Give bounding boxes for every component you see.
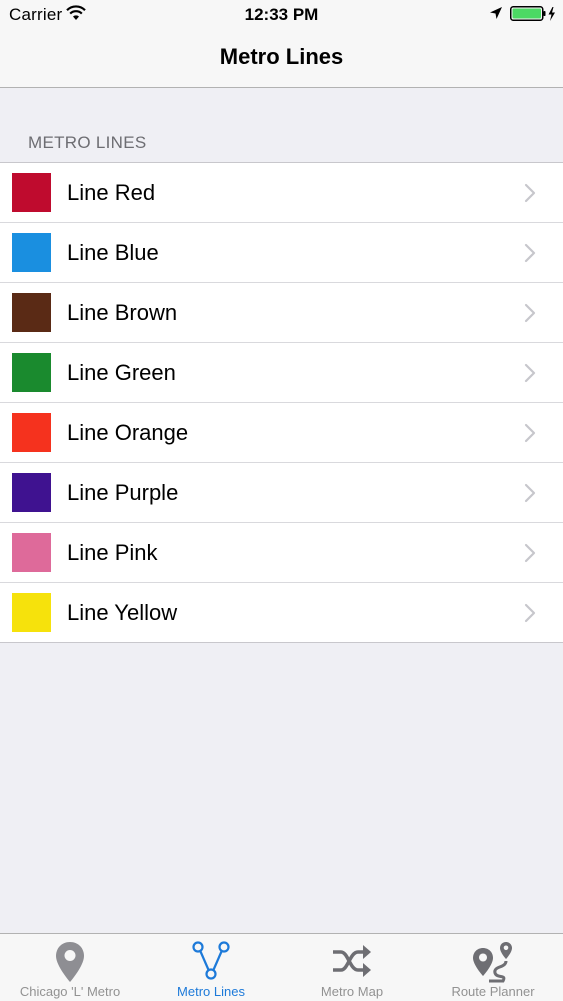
line-color-swatch [12, 173, 51, 212]
list-item-line-pink[interactable]: Line Pink [0, 523, 563, 583]
chevron-right-icon [524, 543, 536, 563]
location-arrow-icon [490, 7, 502, 19]
tab-route-planner[interactable]: Route Planner [423, 934, 563, 1001]
tab-metro-lines[interactable]: Metro Lines [141, 934, 281, 1001]
list-item-line-yellow[interactable]: Line Yellow [0, 583, 563, 642]
status-bar: Carrier 12:33 PM [0, 0, 563, 30]
list-item-line-orange[interactable]: Line Orange [0, 403, 563, 463]
tab-label: Metro Map [320, 984, 384, 999]
list-item-line-green[interactable]: Line Green [0, 343, 563, 403]
line-label: Line Yellow [67, 600, 178, 625]
shuffle-icon [333, 945, 371, 977]
list-item-line-blue[interactable]: Line Blue [0, 223, 563, 283]
line-label: Line Pink [67, 540, 158, 565]
chevron-right-icon [524, 303, 536, 323]
line-label: Line Orange [67, 420, 189, 445]
line-label: Line Red [67, 180, 156, 205]
line-color-swatch [12, 593, 51, 632]
list-item-line-red[interactable]: Line Red [0, 163, 563, 223]
chevron-right-icon [524, 183, 536, 203]
list-item-line-purple[interactable]: Line Purple [0, 463, 563, 523]
tab-metro-map[interactable]: Metro Map [282, 934, 422, 1001]
chevron-right-icon [524, 363, 536, 383]
list-item-line-brown[interactable]: Line Brown [0, 283, 563, 343]
route-nodes-icon [192, 941, 230, 980]
line-color-swatch [12, 293, 51, 332]
tab-label: Metro Lines [177, 984, 245, 999]
chevron-right-icon [524, 603, 536, 623]
line-color-swatch [12, 473, 51, 512]
line-color-swatch [12, 533, 51, 572]
tab-label: Route Planner [451, 984, 535, 999]
line-color-swatch [12, 413, 51, 452]
line-label: Line Brown [67, 300, 178, 325]
tab-bar: Chicago 'L' Metro Metro Lines Metro Map … [0, 933, 563, 1001]
line-label: Line Blue [67, 240, 159, 265]
line-color-swatch [12, 353, 51, 392]
chevron-right-icon [524, 483, 536, 503]
section-header: METRO LINES [28, 133, 147, 152]
line-label: Line Purple [67, 480, 179, 505]
status-time: 12:33 PM [244, 5, 319, 24]
line-label: Line Green [67, 360, 176, 385]
tab-chicago-l-metro[interactable]: Chicago 'L' Metro [0, 934, 140, 1001]
line-color-swatch [12, 233, 51, 272]
metro-lines-list: Line Red Line Blue Line Brown Line Green… [0, 162, 563, 643]
chevron-right-icon [524, 423, 536, 443]
navigation-bar: Carrier 12:33 PM Metro Lines [0, 0, 563, 88]
page-title: Metro Lines [219, 44, 344, 69]
route-planner-icon [473, 942, 512, 983]
tab-label: Chicago 'L' Metro [19, 984, 121, 999]
map-pin-icon [56, 942, 84, 982]
chevron-right-icon [524, 243, 536, 263]
battery-icon [510, 6, 555, 21]
